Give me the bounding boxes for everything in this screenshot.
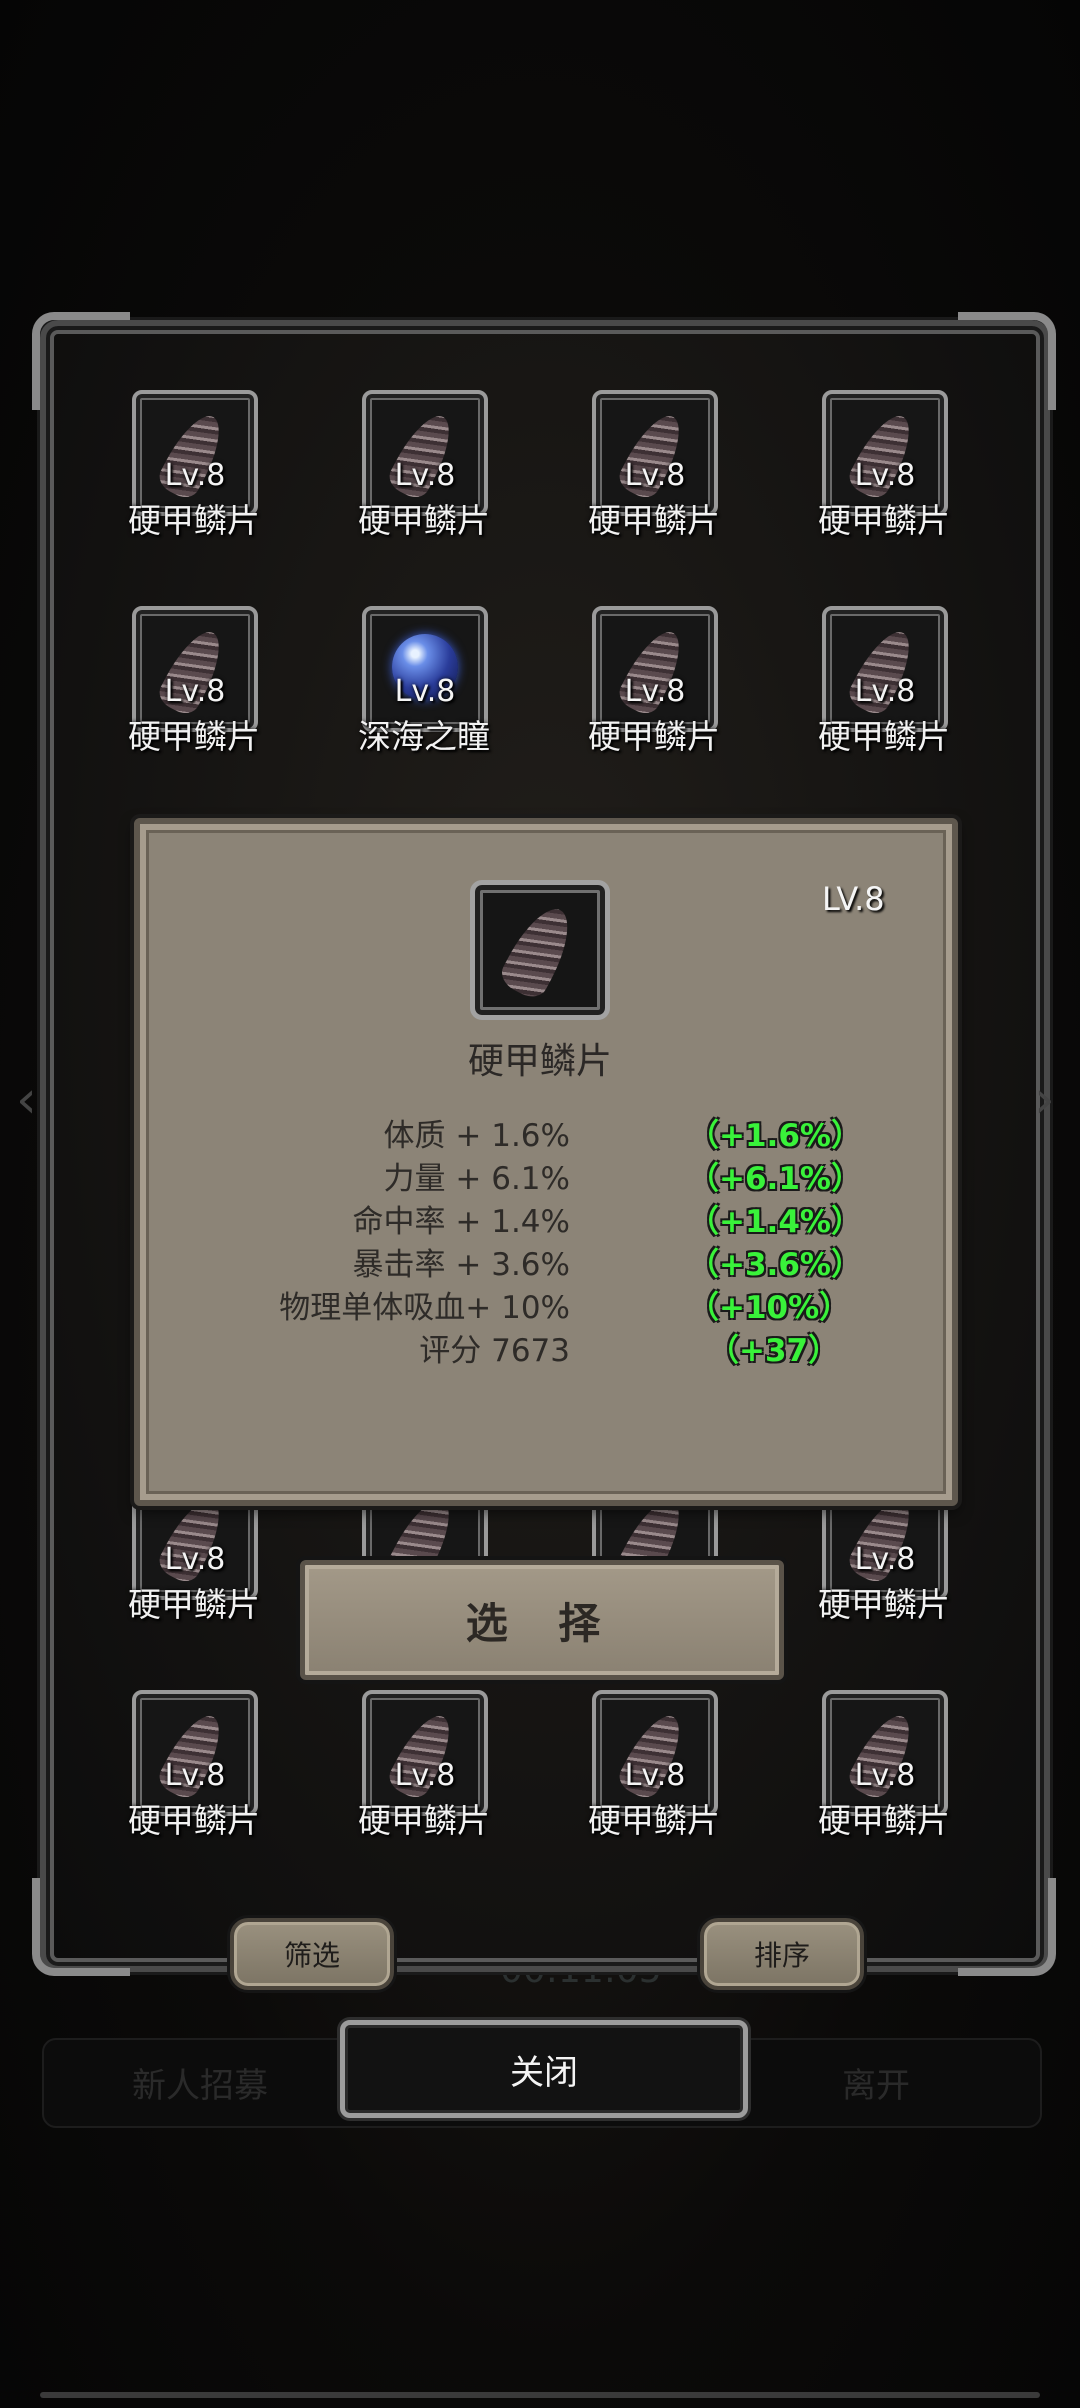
item-name: 硬甲鳞片 bbox=[128, 1801, 260, 1840]
inventory-item[interactable]: Lv.8 硬甲鳞片 bbox=[320, 390, 500, 550]
item-name: 硬甲鳞片 bbox=[818, 501, 950, 540]
inventory-item[interactable]: Lv.8 硬甲鳞片 bbox=[780, 1690, 960, 1850]
stat-row: 力量 + 6.1% （+6.1%） bbox=[134, 1153, 946, 1197]
next-page-icon[interactable]: › bbox=[1034, 1070, 1055, 1130]
item-level: Lv.8 bbox=[164, 674, 226, 709]
detail-level: LV.8 bbox=[822, 880, 885, 918]
detail-item-slot bbox=[470, 880, 610, 1020]
item-name: 硬甲鳞片 bbox=[128, 717, 260, 756]
stat-label: 物理单体吸血+ 10% bbox=[279, 1290, 570, 1326]
item-level: Lv.8 bbox=[854, 1758, 916, 1793]
stat-row: 物理单体吸血+ 10% （+10%） bbox=[134, 1282, 946, 1326]
panel-corner-ornament bbox=[32, 1878, 130, 1976]
stat-label: 命中率 + 1.4% bbox=[352, 1204, 570, 1240]
item-name: 硬甲鳞片 bbox=[588, 501, 720, 540]
stat-row: 体质 + 1.6% （+1.6%） bbox=[134, 1110, 946, 1154]
stat-row: 评分 7673 （+37） bbox=[134, 1325, 946, 1369]
inventory-item[interactable]: Lv.8 深海之瞳 bbox=[320, 606, 500, 766]
inventory-item[interactable]: Lv.8 硬甲鳞片 bbox=[90, 390, 270, 550]
stat-bonus: （+37） bbox=[708, 1333, 840, 1369]
close-button[interactable]: 关闭 bbox=[340, 2020, 748, 2118]
item-name: 硬甲鳞片 bbox=[818, 717, 950, 756]
panel-corner-ornament bbox=[958, 312, 1056, 410]
recruit-label: 新人招募 bbox=[132, 2066, 268, 2106]
inventory-item[interactable]: Lv.8 硬甲鳞片 bbox=[320, 1690, 500, 1850]
item-name: 深海之瞳 bbox=[358, 717, 490, 756]
item-level: Lv.8 bbox=[854, 1542, 916, 1577]
stat-row: 暴击率 + 3.6% （+3.6%） bbox=[134, 1239, 946, 1283]
item-name: 硬甲鳞片 bbox=[128, 1585, 260, 1624]
stat-bonus: （+6.1%） bbox=[688, 1161, 862, 1197]
stat-bonus: （+10%） bbox=[688, 1290, 851, 1326]
inventory-item[interactable]: Lv.8 硬甲鳞片 bbox=[90, 606, 270, 766]
inventory-item[interactable]: Lv.8 硬甲鳞片 bbox=[780, 606, 960, 766]
item-level: Lv.8 bbox=[164, 1542, 226, 1577]
leave-label: 离开 bbox=[842, 2066, 910, 2106]
item-level: Lv.8 bbox=[394, 674, 456, 709]
item-level: Lv.8 bbox=[164, 1758, 226, 1793]
item-name: 硬甲鳞片 bbox=[588, 1801, 720, 1840]
bottom-indicator bbox=[40, 2392, 1040, 2398]
scale-icon bbox=[496, 899, 582, 1003]
prev-page-icon[interactable]: ‹ bbox=[16, 1070, 37, 1130]
sort-button[interactable]: 排序 bbox=[700, 1918, 864, 1990]
item-level: Lv.8 bbox=[854, 674, 916, 709]
item-name: 硬甲鳞片 bbox=[358, 501, 490, 540]
item-level: Lv.8 bbox=[394, 1758, 456, 1793]
select-button[interactable]: 选 择 bbox=[300, 1560, 784, 1680]
stat-bonus: （+1.6%） bbox=[688, 1118, 862, 1154]
item-level: Lv.8 bbox=[854, 458, 916, 493]
inventory-item[interactable]: Lv.8 硬甲鳞片 bbox=[550, 1690, 730, 1850]
panel-corner-ornament bbox=[958, 1878, 1056, 1976]
stat-bonus: （+1.4%） bbox=[688, 1204, 862, 1240]
inventory-item[interactable]: Lv.8 硬甲鳞片 bbox=[780, 390, 960, 550]
stat-bonus: （+3.6%） bbox=[688, 1247, 862, 1283]
item-name: 硬甲鳞片 bbox=[818, 1801, 950, 1840]
item-name: 硬甲鳞片 bbox=[818, 1585, 950, 1624]
stat-row: 命中率 + 1.4% （+1.4%） bbox=[134, 1196, 946, 1240]
item-level: Lv.8 bbox=[164, 458, 226, 493]
stat-label: 暴击率 + 3.6% bbox=[352, 1247, 570, 1283]
stat-label: 评分 7673 bbox=[419, 1333, 570, 1369]
item-level: Lv.8 bbox=[394, 458, 456, 493]
filter-button[interactable]: 筛选 bbox=[230, 1918, 394, 1990]
item-name: 硬甲鳞片 bbox=[588, 717, 720, 756]
item-level: Lv.8 bbox=[624, 458, 686, 493]
stat-label: 力量 + 6.1% bbox=[383, 1161, 570, 1197]
inventory-item[interactable]: Lv.8 硬甲鳞片 bbox=[90, 1690, 270, 1850]
item-name: 硬甲鳞片 bbox=[358, 1801, 490, 1840]
item-level: Lv.8 bbox=[624, 1758, 686, 1793]
detail-item-name: 硬甲鳞片 bbox=[467, 1041, 612, 1082]
inventory-item[interactable]: Lv.8 硬甲鳞片 bbox=[550, 390, 730, 550]
item-level: Lv.8 bbox=[624, 674, 686, 709]
stat-label: 体质 + 1.6% bbox=[383, 1118, 570, 1154]
inventory-item[interactable]: Lv.8 硬甲鳞片 bbox=[550, 606, 730, 766]
item-name: 硬甲鳞片 bbox=[128, 501, 260, 540]
